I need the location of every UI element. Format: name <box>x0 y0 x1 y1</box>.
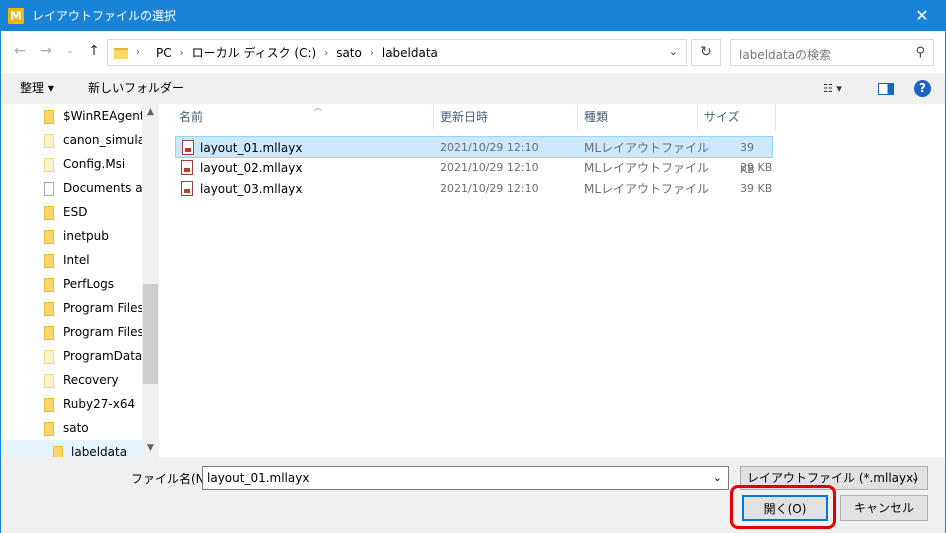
close-icon[interactable]: ✕ <box>899 1 945 31</box>
new-folder-button[interactable]: 新しいフォルダー <box>88 81 184 95</box>
nav-item[interactable]: Program Files (x86) <box>1 320 142 344</box>
title-bar: M レイアウトファイルの選択 ✕ <box>1 1 945 31</box>
annotation-highlight <box>730 485 836 529</box>
up-icon[interactable]: ↑ <box>83 41 105 61</box>
folder-icon <box>44 350 54 364</box>
help-icon[interactable]: ? <box>914 80 931 97</box>
column-header-type[interactable]: 種類 <box>578 104 698 130</box>
column-header-date[interactable]: 更新日時 <box>434 104 578 130</box>
nav-item[interactable]: ProgramData <box>1 344 142 368</box>
folder-icon <box>44 278 54 292</box>
nav-item[interactable]: PerfLogs <box>1 272 142 296</box>
view-options-icon[interactable]: ☷ ▾ <box>823 80 842 97</box>
preview-pane-icon[interactable] <box>878 83 894 95</box>
folder-icon <box>44 158 54 172</box>
folder-icon <box>44 422 54 436</box>
cancel-button[interactable]: キャンセル <box>840 495 928 521</box>
sort-up-icon: ︿ <box>314 103 322 112</box>
chevron-down-icon: ⌄ <box>910 471 920 484</box>
breadcrumb-sato[interactable]: sato <box>336 46 362 60</box>
nav-item[interactable]: Config.Msi <box>1 152 142 176</box>
file-row[interactable]: layout_01.mllayx 2021/10/29 12:10 MLレイアウ… <box>175 136 773 176</box>
breadcrumb-pc[interactable]: PC <box>156 46 172 60</box>
folder-icon <box>114 47 128 59</box>
folder-icon <box>53 446 63 457</box>
mllayx-file-icon <box>182 140 194 155</box>
scroll-up-icon[interactable]: ▲ <box>142 107 158 117</box>
scroll-down-icon[interactable]: ▼ <box>142 443 158 453</box>
chevron-down-icon[interactable]: ⌄ <box>669 45 678 58</box>
search-input[interactable]: labeldataの検索 ⚲ <box>730 39 934 66</box>
folder-icon <box>44 374 54 388</box>
window-title: レイアウトファイルの選択 <box>32 9 177 23</box>
chevron-right-icon: › <box>369 47 374 59</box>
nav-item[interactable]: Documents and Settings <box>1 176 142 200</box>
chevron-right-icon: › <box>179 47 184 59</box>
folder-icon <box>44 206 54 220</box>
forward-icon[interactable]: → <box>35 41 57 61</box>
file-row[interactable]: layout_03.mllayx 2021/10/29 12:10 MLレイアウ… <box>175 178 773 200</box>
folder-icon <box>44 398 54 412</box>
navigation-pane: $WinREAgent canon_simulator Config.Msi D… <box>1 104 159 457</box>
file-list: 名前 ︿ 更新日時 種類 サイズ layout_01.mllayx 2021/10… <box>159 103 945 457</box>
organize-button[interactable]: 整理 ▾ <box>20 81 54 95</box>
breadcrumb-local-disk[interactable]: ローカル ディスク (C:) <box>192 46 317 60</box>
nav-item-selected[interactable]: labeldata <box>1 440 142 457</box>
nav-scrollbar[interactable]: ▲ ▼ <box>142 104 158 457</box>
filename-value: layout_01.mllayx <box>207 471 310 485</box>
folder-icon <box>44 254 54 268</box>
folder-icon <box>44 134 54 148</box>
folder-icon <box>44 110 54 124</box>
nav-item[interactable]: canon_simulator <box>1 128 142 152</box>
refresh-icon[interactable]: ↻ <box>691 39 721 66</box>
filename-input[interactable]: layout_01.mllayx ⌄ <box>202 466 729 490</box>
nav-item[interactable]: inetpub <box>1 224 142 248</box>
folder-icon <box>44 230 54 244</box>
mllayx-file-icon <box>181 181 193 196</box>
search-placeholder: labeldataの検索 <box>739 48 832 62</box>
command-bar: 整理 ▾ 新しいフォルダー ☷ ▾ <box>1 73 945 104</box>
folder-icon <box>44 326 54 340</box>
nav-item[interactable]: Intel <box>1 248 142 272</box>
scrollbar-thumb[interactable] <box>143 284 158 384</box>
chevron-down-icon[interactable]: ⌄ <box>713 471 722 485</box>
nav-item[interactable]: ESD <box>1 200 142 224</box>
back-icon[interactable]: ← <box>9 41 31 61</box>
file-row[interactable]: layout_02.mllayx 2021/10/29 12:10 MLレイアウ… <box>175 157 773 179</box>
nav-item[interactable]: Ruby27-x64 <box>1 392 142 416</box>
breadcrumb-labeldata[interactable]: labeldata <box>382 46 438 60</box>
address-bar[interactable]: › PC › ローカル ディスク (C:) › sato › labeldata… <box>107 39 687 66</box>
recent-dropdown-icon[interactable]: ⌄ <box>59 41 81 61</box>
chevron-right-icon: › <box>324 47 329 59</box>
nav-item[interactable]: Recovery <box>1 368 142 392</box>
file-open-dialog: M レイアウトファイルの選択 ✕ ← → ⌄ ↑ › PC › ローカル ディス… <box>0 0 946 533</box>
nav-item[interactable]: Program Files <box>1 296 142 320</box>
column-header-name[interactable]: 名前 ︿ <box>173 103 434 130</box>
search-icon: ⚲ <box>915 45 925 60</box>
mllayx-file-icon <box>181 160 193 175</box>
file-type-value: レイアウトファイル (*.mllayx) <box>747 471 918 485</box>
address-row: ← → ⌄ ↑ › PC › ローカル ディスク (C:) › sato › l… <box>1 31 945 73</box>
chevron-right-icon: › <box>136 47 140 58</box>
nav-item[interactable]: sato <box>1 416 142 440</box>
shortcut-folder-icon <box>44 182 54 196</box>
column-header-size[interactable]: サイズ <box>698 104 776 130</box>
app-logo-icon: M <box>8 8 24 24</box>
folder-icon <box>44 302 54 316</box>
nav-item[interactable]: $WinREAgent <box>1 104 142 128</box>
